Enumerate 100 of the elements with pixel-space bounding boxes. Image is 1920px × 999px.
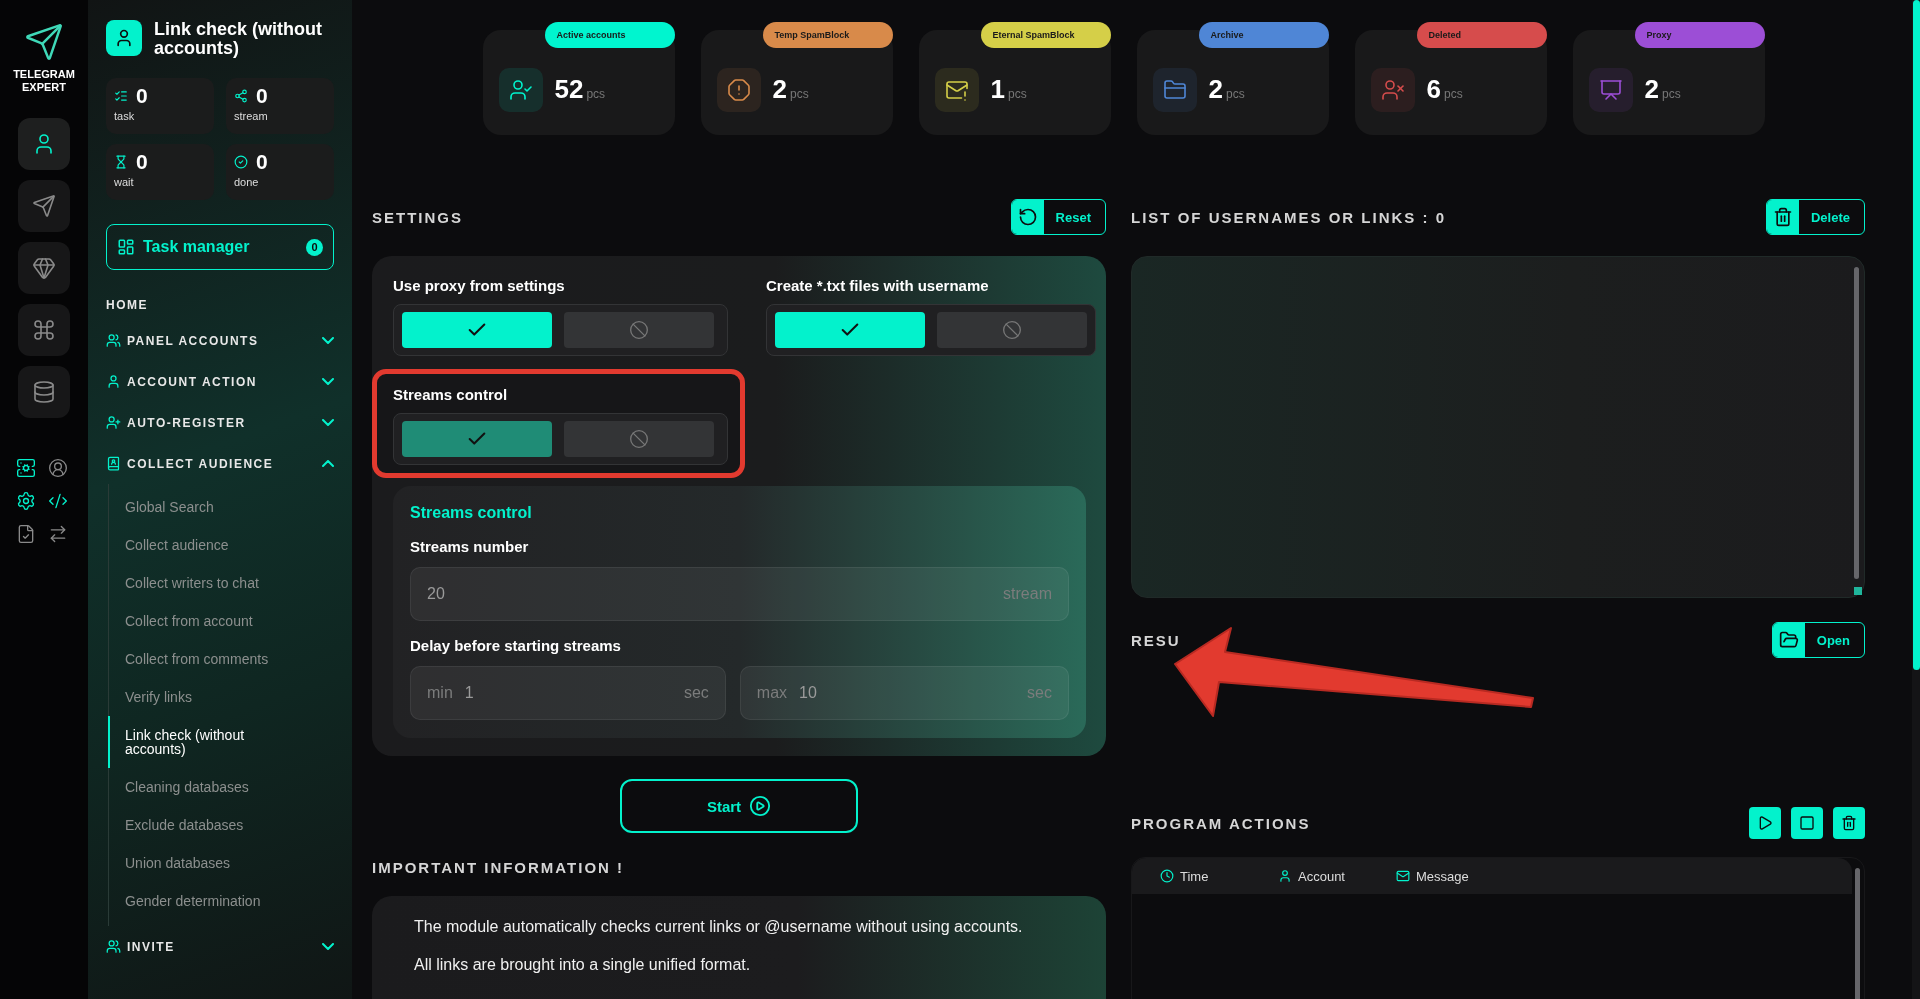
chevron-down-icon [322, 337, 334, 344]
nav-item[interactable]: Collect writers to chat [108, 564, 288, 602]
mail-warning-icon [934, 67, 979, 112]
field-label: Delay before starting streams [410, 637, 622, 654]
column-header: Message [1416, 868, 1469, 884]
counter-label: wait [114, 176, 135, 188]
stat-unit: pcs [586, 87, 606, 101]
command-icon [32, 318, 56, 342]
counter-value: 0 [136, 150, 148, 174]
counter-label: task [114, 110, 136, 122]
delay-field[interactable]: max 10 sec [739, 666, 1069, 720]
rail-button[interactable] [18, 366, 70, 418]
stat-unit: pcs [1661, 87, 1681, 101]
section-title: LIST OF USERNAMES OR LINKS : 0 [1131, 208, 1446, 226]
mail-icon [1396, 869, 1410, 883]
section-title: PROGRAM ACTIONS [1131, 814, 1311, 832]
task-count: 0 [306, 238, 323, 256]
play-button[interactable] [1749, 807, 1781, 839]
stat-label: Proxy [1634, 22, 1765, 48]
start-button[interactable]: Start [620, 779, 858, 833]
option-label: Streams control [393, 386, 509, 403]
resize-handle[interactable] [1854, 587, 1862, 595]
nav-section[interactable]: INVITE [106, 926, 334, 967]
nav-item[interactable]: Collect audience [108, 526, 288, 564]
nav-item[interactable]: Exclude databases [108, 806, 288, 844]
option-label: Create *.txt files with username [766, 277, 990, 294]
chevron-down-icon [322, 943, 334, 950]
counter-label: done [234, 176, 260, 188]
stat-value: 1 [990, 74, 1005, 105]
play-icon [1757, 815, 1773, 831]
monitor-icon [1588, 67, 1633, 112]
nav-section[interactable]: AUTO-REGISTER [106, 402, 334, 443]
user-icon [1278, 869, 1292, 883]
rail-button[interactable] [18, 304, 70, 356]
open-button[interactable]: Open [1771, 622, 1865, 658]
logo-icon [24, 22, 64, 62]
clear-button[interactable] [1833, 807, 1865, 839]
user-list-icon [106, 456, 121, 471]
nav-section[interactable]: PANEL ACCOUNTS [106, 320, 334, 361]
no-toggle[interactable] [937, 312, 1087, 348]
rail-button[interactable] [18, 180, 70, 232]
task-manager-button[interactable]: Task manager 0 [106, 224, 334, 270]
gem-icon [32, 256, 56, 280]
yes-toggle[interactable] [402, 312, 552, 348]
ban-icon [629, 429, 649, 449]
nav-item[interactable]: Collect from comments [108, 640, 288, 678]
trash-icon [1772, 207, 1793, 227]
ban-icon [629, 320, 649, 340]
stat-label: Archive [1198, 22, 1329, 48]
hourglass-icon [114, 155, 128, 169]
nav-item[interactable]: Verify links [108, 678, 288, 716]
panel-title: Streams control [410, 504, 533, 522]
counter-value: 0 [256, 150, 268, 174]
stop-button[interactable] [1791, 807, 1823, 839]
nav-item[interactable]: Gender determination [108, 882, 288, 920]
no-toggle[interactable] [564, 312, 714, 348]
stat-value: 52 [554, 74, 584, 105]
stat-value: 6 [1426, 74, 1441, 105]
page-title: Link check (without accounts) [154, 20, 323, 58]
database-icon [32, 380, 56, 404]
nav-item[interactable]: Collect from account [108, 602, 288, 640]
nav-item[interactable]: Global Search [108, 488, 288, 526]
nav-link[interactable]: HOME [106, 290, 334, 320]
user-icon [106, 374, 121, 389]
number-field[interactable]: 20 stream [410, 567, 1069, 621]
nav-item[interactable]: Union databases [108, 844, 288, 882]
page-scrollbar[interactable] [1913, 0, 1920, 670]
no-toggle[interactable] [564, 421, 714, 457]
option-label: Use proxy from settings [393, 277, 566, 294]
reset-button[interactable]: Reset [1010, 199, 1106, 235]
section-label: AUTO-REGISTER [127, 415, 247, 430]
task-manager-label: Task manager [143, 238, 251, 256]
folder-icon [1778, 630, 1799, 650]
stat-value: 2 [1644, 74, 1659, 105]
delay-field[interactable]: min 1 sec [410, 666, 726, 720]
nav-item[interactable]: Cleaning databases [108, 768, 288, 806]
scrollbar[interactable] [1854, 267, 1859, 579]
nav-section[interactable]: ACCOUNT ACTION [106, 361, 334, 402]
rail-button[interactable] [18, 242, 70, 294]
nav-item[interactable]: Link check (without accounts) [108, 716, 288, 768]
stop-icon [1799, 815, 1815, 831]
yes-toggle[interactable] [775, 312, 925, 348]
stat-label: Temp SpamBlock [762, 22, 893, 48]
trash-icon [1841, 815, 1857, 831]
folder-icon [1152, 67, 1197, 112]
nav-section[interactable]: COLLECT AUDIENCE [106, 443, 334, 484]
stat-unit: pcs [789, 87, 809, 101]
column-header: Account [1298, 868, 1345, 884]
chevron-down-icon [322, 419, 334, 426]
counter-label: stream [234, 110, 269, 122]
yes-toggle[interactable] [402, 421, 552, 457]
rail-button[interactable] [18, 118, 70, 170]
checklist-icon [114, 89, 128, 103]
user-check-icon [498, 67, 543, 112]
delete-button[interactable]: Delete [1765, 199, 1865, 235]
section-label: INVITE [127, 939, 176, 954]
column-header: Time [1180, 868, 1209, 884]
brand-name: TELEGRAM EXPERT [12, 68, 76, 94]
share-icon [234, 89, 248, 103]
user-plus-icon [106, 415, 121, 430]
